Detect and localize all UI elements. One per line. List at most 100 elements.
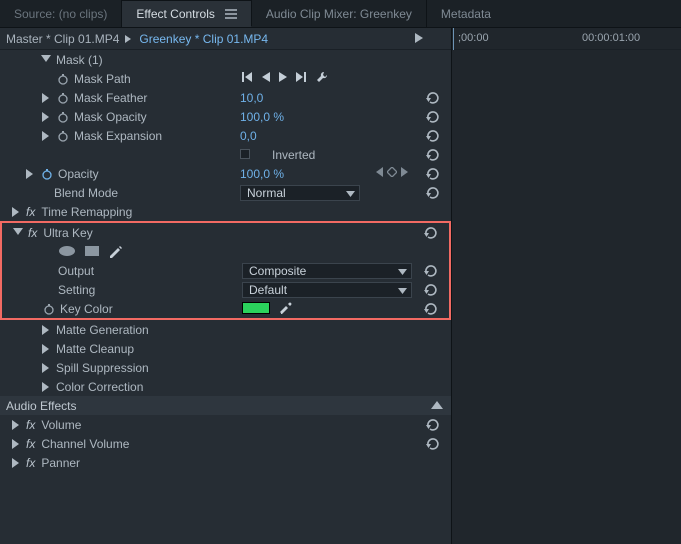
prev-keyframe-icon[interactable]: [375, 167, 383, 177]
volume-row[interactable]: fx Volume: [0, 415, 451, 434]
blend-mode-value: Normal: [247, 186, 286, 200]
reset-icon[interactable]: [425, 109, 439, 126]
playhead-tick[interactable]: [453, 28, 454, 50]
key-color-row: Key Color: [2, 299, 449, 318]
stopwatch-active-icon[interactable]: [40, 167, 54, 181]
color-correction-row[interactable]: Color Correction: [0, 377, 451, 396]
color-correction-label: Color Correction: [56, 380, 143, 394]
keyframe-nav: [373, 167, 411, 177]
setting-row: Setting Default: [2, 280, 449, 299]
tab-source[interactable]: Source: (no clips): [0, 0, 122, 27]
spill-suppression-label: Spill Suppression: [56, 361, 149, 375]
inverted-checkbox[interactable]: [240, 149, 250, 159]
next-keyframe-icon[interactable]: [401, 167, 409, 177]
play-icon[interactable]: [278, 71, 288, 86]
stopwatch-icon[interactable]: [56, 91, 70, 105]
opacity-value[interactable]: 100,0 %: [240, 167, 284, 181]
clip-header-row: Master * Clip 01.MP4 Greenkey * Clip 01.…: [0, 28, 451, 50]
add-keyframe-icon[interactable]: [387, 167, 397, 177]
rect-mask-icon[interactable]: [84, 244, 100, 261]
tab-audio-mixer[interactable]: Audio Clip Mixer: Greenkey: [252, 0, 427, 27]
blend-mode-row: Blend Mode Normal: [0, 183, 451, 202]
opacity-row: Opacity 100,0 %: [0, 164, 451, 183]
collapse-up-icon[interactable]: [431, 399, 443, 413]
fx-badge-icon: fx: [26, 437, 35, 451]
twirl-right-icon[interactable]: [10, 438, 22, 450]
twirl-right-icon[interactable]: [10, 457, 22, 469]
ellipse-mask-icon[interactable]: [58, 244, 76, 261]
keyframe-timeline-area[interactable]: ;00:00 00:00:01:00: [452, 28, 681, 544]
reset-icon[interactable]: [423, 301, 437, 318]
track-forward-icon[interactable]: [296, 71, 308, 86]
spill-suppression-row[interactable]: Spill Suppression: [0, 358, 451, 377]
mask-feather-row: Mask Feather 10,0: [0, 88, 451, 107]
reset-icon[interactable]: [423, 282, 437, 299]
mask-feather-label: Mask Feather: [74, 91, 147, 105]
stopwatch-icon[interactable]: [42, 302, 56, 316]
mask-path-transport: [240, 71, 328, 86]
key-color-swatch[interactable]: [242, 302, 270, 314]
twirl-down-icon[interactable]: [12, 227, 24, 239]
stopwatch-icon[interactable]: [56, 72, 70, 86]
tab-metadata[interactable]: Metadata: [427, 0, 505, 27]
panel-menu-icon[interactable]: [225, 9, 237, 19]
matte-cleanup-label: Matte Cleanup: [56, 342, 134, 356]
reset-icon[interactable]: [425, 185, 439, 202]
mask-expansion-row: Mask Expansion 0,0: [0, 126, 451, 145]
reset-icon[interactable]: [425, 128, 439, 145]
twirl-right-icon[interactable]: [40, 362, 52, 374]
reset-icon[interactable]: [423, 225, 437, 242]
channel-volume-row[interactable]: fx Channel Volume: [0, 434, 451, 453]
mask-opacity-value[interactable]: 100,0 %: [240, 110, 284, 124]
track-back-icon[interactable]: [240, 71, 252, 86]
reset-icon[interactable]: [425, 417, 439, 434]
inverted-label: Inverted: [272, 148, 315, 162]
mask-feather-value[interactable]: 10,0: [240, 91, 263, 105]
twirl-right-icon[interactable]: [40, 324, 52, 336]
stopwatch-icon[interactable]: [56, 110, 70, 124]
matte-cleanup-row[interactable]: Matte Cleanup: [0, 339, 451, 358]
panner-row[interactable]: fx Panner: [0, 453, 451, 472]
step-back-icon[interactable]: [260, 71, 270, 86]
wrench-icon[interactable]: [316, 71, 328, 86]
ultra-key-header[interactable]: fx Ultra Key: [2, 223, 449, 242]
reset-icon[interactable]: [423, 263, 437, 280]
reset-icon[interactable]: [425, 166, 439, 183]
blend-mode-dropdown[interactable]: Normal: [240, 185, 360, 201]
twirl-right-icon[interactable]: [40, 381, 52, 393]
sequence-clip-label[interactable]: Greenkey * Clip 01.MP4: [139, 32, 268, 46]
time-remapping-row[interactable]: fx Time Remapping: [0, 202, 451, 221]
output-dropdown[interactable]: Composite: [242, 263, 412, 279]
twirl-right-icon[interactable]: [10, 419, 22, 431]
matte-generation-row[interactable]: Matte Generation: [0, 320, 451, 339]
eyedropper-icon[interactable]: [278, 300, 292, 317]
pen-mask-icon[interactable]: [108, 244, 122, 261]
twirl-right-icon[interactable]: [24, 168, 36, 180]
twirl-down-icon[interactable]: [40, 54, 52, 66]
tab-metadata-label: Metadata: [441, 7, 491, 21]
mask-path-label: Mask Path: [74, 72, 131, 86]
timecode-1: 00:00:01:00: [582, 32, 640, 44]
reveal-in-timeline-icon[interactable]: [415, 32, 425, 46]
setting-dropdown[interactable]: Default: [242, 282, 412, 298]
twirl-right-icon[interactable]: [40, 343, 52, 355]
mask-inverted-row: Inverted: [0, 145, 451, 164]
twirl-right-icon[interactable]: [40, 92, 52, 104]
twirl-right-icon[interactable]: [10, 206, 22, 218]
reset-icon[interactable]: [425, 436, 439, 453]
timeline-ruler[interactable]: ;00:00 00:00:01:00: [452, 28, 681, 50]
audio-effects-header[interactable]: Audio Effects: [0, 396, 451, 415]
stopwatch-icon[interactable]: [56, 129, 70, 143]
reset-icon[interactable]: [425, 90, 439, 107]
audio-effects-label: Audio Effects: [6, 399, 77, 413]
fx-badge-icon: fx: [26, 456, 35, 470]
mask-group-header[interactable]: Mask (1): [0, 50, 451, 69]
twirl-right-icon[interactable]: [40, 130, 52, 142]
output-label: Output: [58, 264, 94, 278]
tab-effect-controls[interactable]: Effect Controls: [122, 0, 251, 27]
fx-badge-icon: fx: [28, 226, 37, 240]
tab-audio-mixer-label: Audio Clip Mixer: Greenkey: [266, 7, 412, 21]
mask-expansion-value[interactable]: 0,0: [240, 129, 257, 143]
reset-icon[interactable]: [425, 147, 439, 164]
twirl-right-icon[interactable]: [40, 111, 52, 123]
